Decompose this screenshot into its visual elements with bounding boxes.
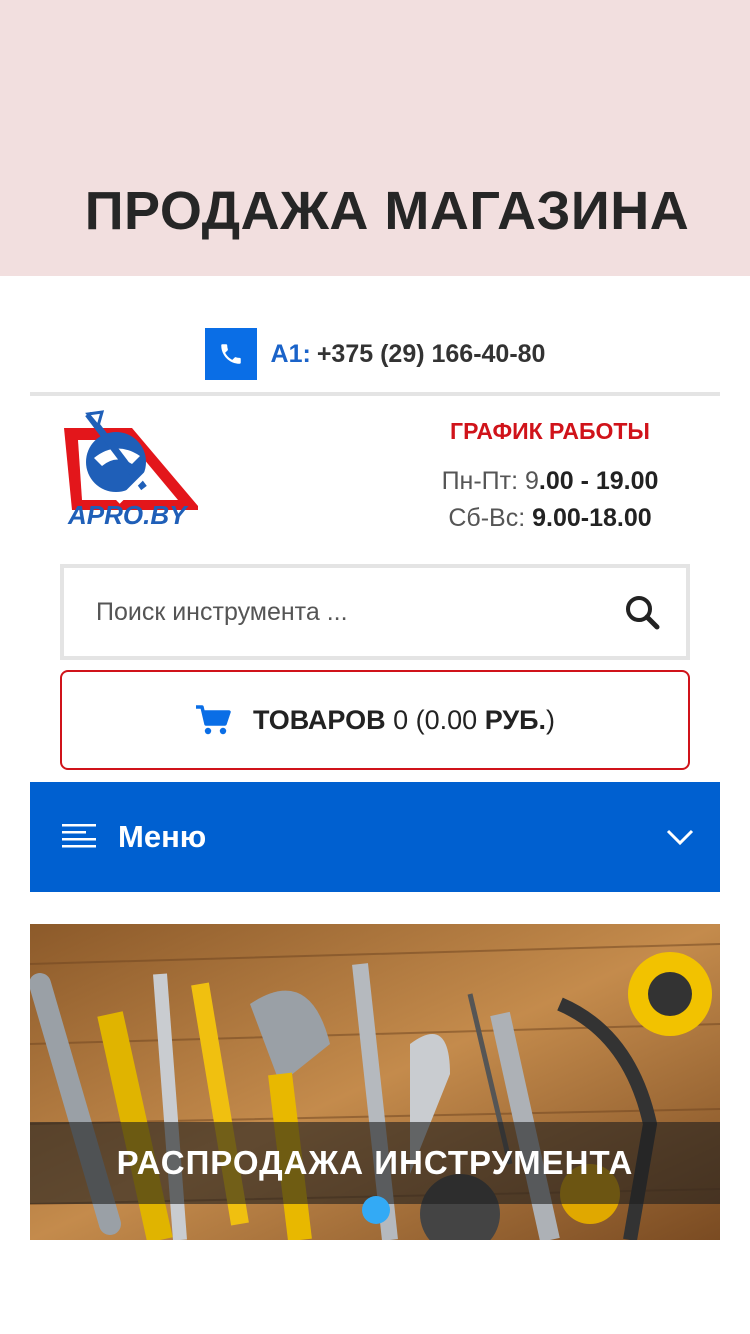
cart-icon [195,705,231,735]
promo-slider[interactable]: РАСПРОДАЖА ИНСТРУМЕНТА [30,924,720,1240]
cart-button[interactable]: ТОВАРОВ 0 (0.00 РУБ.) [60,670,690,770]
chevron-down-icon [666,829,694,846]
phone-operator: A1: [270,339,311,368]
schedule-weekdays: Пн-Пт: 9.00 - 19.00 [441,467,659,495]
logo-text: APRO.BY [67,500,189,530]
search-icon[interactable] [624,594,660,630]
slider-dot-active[interactable] [362,1196,390,1224]
work-schedule: ГРАФИК РАБОТЫ Пн-Пт: 9.00 - 19.00 Сб-Вс:… [390,418,710,533]
cart-summary: ТОВАРОВ 0 (0.00 РУБ.) [252,704,556,735]
phone-icon [204,328,257,380]
hamburger-icon [62,824,96,848]
top-banner: ПРОДАЖА МАГАЗИНА [0,0,750,276]
menu-label: Меню [118,819,207,854]
phone-number[interactable]: +375 (29) 166-40-80 [317,340,546,369]
search-input[interactable] [96,597,624,627]
slide-caption-bar: РАСПРОДАЖА ИНСТРУМЕНТА [30,1122,720,1204]
contact-phone[interactable]: A1: +375 (29) 166-40-80 [0,328,750,380]
search-bar [60,564,690,660]
menu-toggle[interactable]: Меню [30,782,720,892]
site-logo[interactable]: APRO.BY [58,410,204,532]
slide-caption: РАСПРОДАЖА ИНСТРУМЕНТА [116,1144,634,1181]
schedule-weekend: Сб-Вс: 9.00-18.00 [448,504,652,532]
banner-title: ПРОДАЖА МАГАЗИНА [84,181,690,241]
schedule-title: ГРАФИК РАБОТЫ [450,418,650,444]
divider [30,392,720,396]
